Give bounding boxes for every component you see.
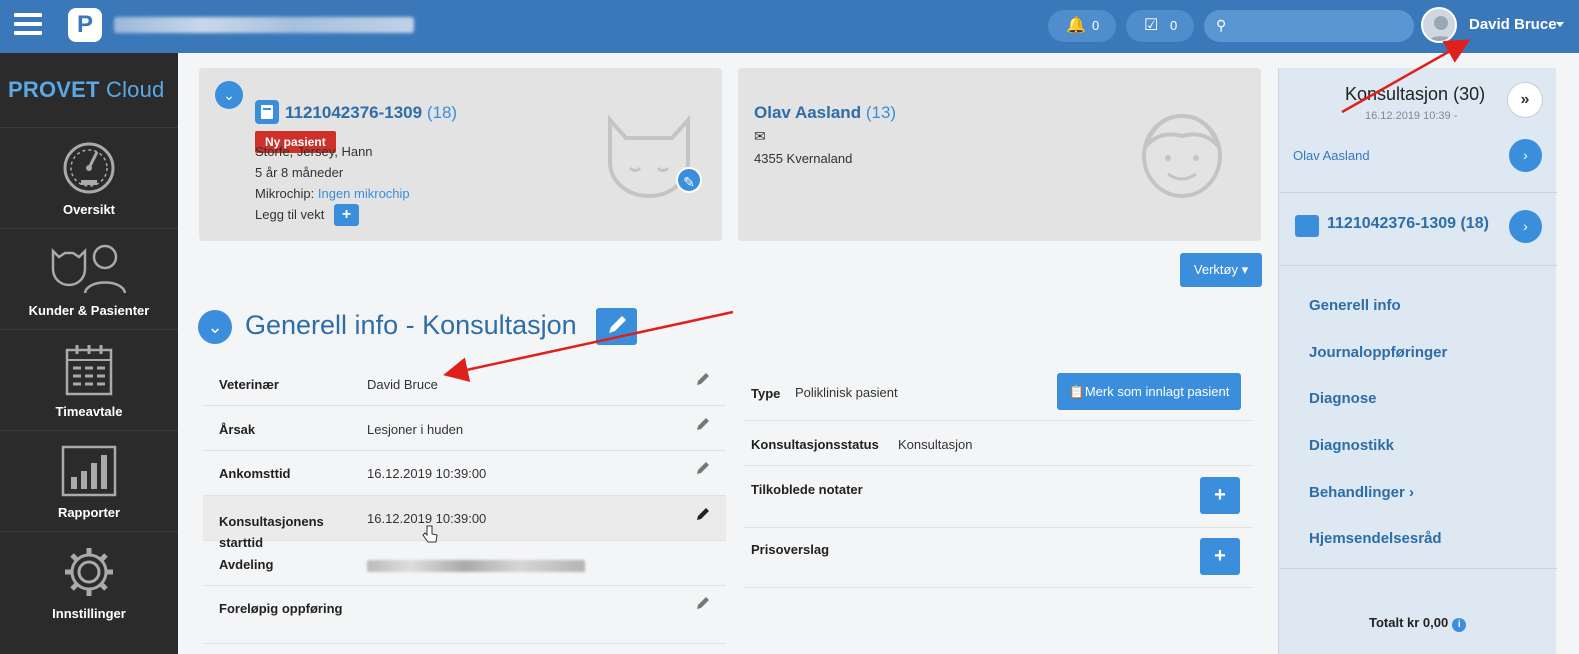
annotation-arrow-username [1341,39,1471,114]
annotation-arrows [443,39,1471,382]
annotation-arrow-veterinarian [443,310,734,382]
